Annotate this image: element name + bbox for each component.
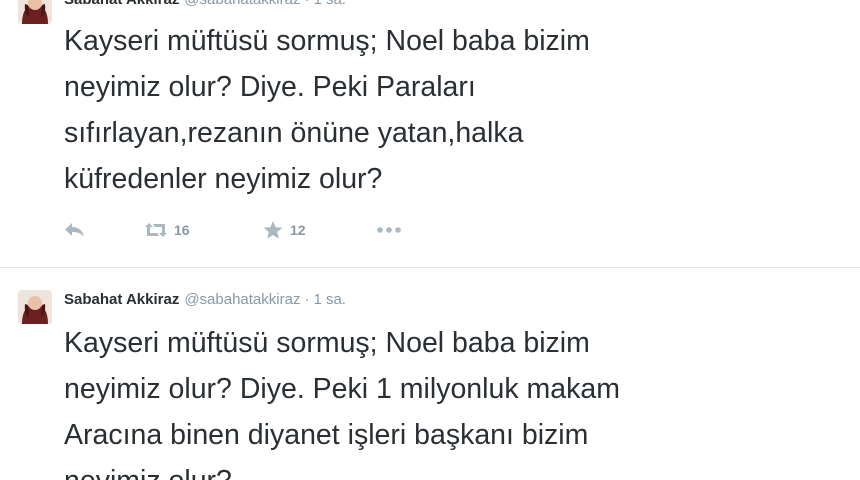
avatar[interactable] — [18, 0, 52, 24]
reply-icon — [65, 223, 84, 237]
reply-button[interactable] — [64, 218, 86, 242]
tweet-separator: · — [304, 291, 310, 308]
retweet-button[interactable]: 16 — [144, 218, 190, 242]
more-dots-icon — [377, 227, 401, 233]
tweet-username[interactable]: @sabahatakkiraz — [184, 0, 300, 8]
tweet-fullname[interactable]: Sabahat Akkiraz — [64, 0, 179, 8]
retweet-icon — [145, 223, 167, 237]
tweet-separator: · — [304, 0, 309, 8]
avatar-image — [18, 290, 52, 324]
tweet-fullname[interactable]: Sabahat Akkiraz — [64, 291, 179, 308]
tweet-text: Kayseri müftüsü sormuş; Noel baba bizim … — [64, 327, 620, 480]
tweet-header: Sabahat Akkiraz @sabahatakkiraz·1 sa. — [64, 290, 346, 310]
avatar[interactable] — [18, 290, 52, 324]
tweet[interactable]: Sabahat Akkiraz @sabahatakkiraz·1 sa. Kay… — [0, 284, 860, 480]
tweet-timestamp[interactable]: 1 sa. — [313, 0, 346, 8]
favorite-count: 12 — [290, 222, 306, 238]
tweet-username[interactable]: @sabahatakkiraz — [184, 291, 300, 308]
tweet-divider — [0, 267, 860, 268]
retweet-count: 16 — [174, 222, 190, 238]
tweet[interactable]: Sabahat Akkiraz @sabahatakkiraz · 1 sa. Kay… — [0, 0, 860, 258]
more-button[interactable] — [376, 218, 402, 242]
tweet-header: Sabahat Akkiraz @sabahatakkiraz · 1 sa. — [64, 0, 346, 10]
favorite-star-icon — [263, 221, 283, 239]
favorite-button[interactable]: 12 — [262, 218, 306, 242]
tweet-text: Kayseri müftüsü sormuş; Noel baba bizim … — [64, 25, 590, 195]
tweet-actions: 16 12 — [64, 218, 464, 242]
tweet-timestamp[interactable]: 1 sa. — [313, 291, 346, 308]
tweet-timeline: Sabahat Akkiraz@sabahatakkiraz·1 sa. Kay… — [0, 0, 860, 480]
avatar-image — [18, 0, 52, 24]
